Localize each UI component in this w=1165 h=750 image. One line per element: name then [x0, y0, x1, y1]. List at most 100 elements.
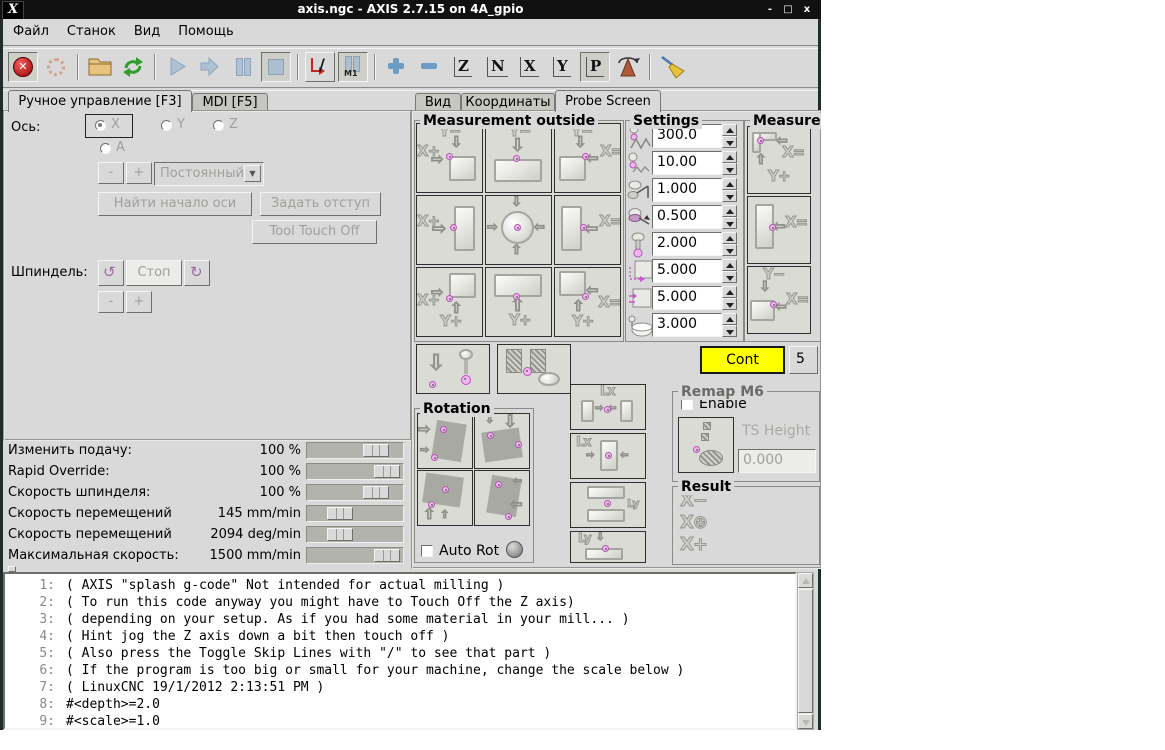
auto-rot-label: Auto Rot	[439, 543, 500, 559]
spin-down-button[interactable]	[722, 244, 737, 256]
probe-letter: X+	[417, 291, 441, 309]
probe-down-button[interactable]: ⇩	[416, 344, 490, 394]
rotation-arrow-icon: ⇦	[510, 495, 524, 513]
spin-down-button[interactable]	[722, 163, 737, 175]
gcode-line-number: 1:	[39, 578, 55, 593]
probe-outside-corner-xminus-yplus[interactable]: ⇦ ⇧ X= Y+	[554, 267, 621, 337]
scroll-down-button[interactable]	[798, 714, 813, 729]
rotation-arrow-icon: ⇩	[502, 413, 518, 432]
probe-arrow-icon: ⇧	[755, 152, 768, 168]
settings-entry[interactable]: 5.000	[652, 259, 722, 283]
probe-outside-corner-xminus-yminus[interactable]: ⇩ ⇦ Y− X=	[554, 123, 621, 193]
probe-point-icon	[769, 224, 776, 231]
settings-entry[interactable]: 1.000	[652, 178, 722, 202]
rotation-arrow-icon: ⇧	[423, 505, 437, 523]
workpiece-shape	[581, 400, 594, 422]
rotation-title: Rotation	[420, 401, 494, 417]
probe-outside-corner-xplus-yminus[interactable]: ⇨ ⇩ Y− X+	[416, 123, 483, 193]
spin-up-button[interactable]	[722, 286, 737, 298]
probe-outside-edge-yminus[interactable]: ⇩ Y−	[485, 123, 552, 193]
probe-letter: X=	[600, 142, 621, 160]
spin-up-button[interactable]	[722, 205, 737, 217]
probe-arrow-icon: ⇩	[511, 195, 523, 210]
scroll-thumb[interactable]	[798, 589, 813, 713]
probe-outside-corner-xplus-yplus[interactable]: ⇨ ⇧ X+ Y+	[416, 267, 483, 337]
probe-outside-edge-yplus[interactable]: ⇧ Y+	[485, 267, 552, 337]
probe-arrow-icon: ⇨	[487, 220, 499, 235]
rotate-front-edge-button[interactable]: ⇨ ⇨	[417, 413, 473, 469]
workpiece-shape	[449, 156, 476, 181]
travel-distance-icon	[627, 286, 652, 311]
settings-entry[interactable]: 10.00	[652, 151, 722, 175]
workpiece-shape	[449, 273, 476, 298]
spin-down-button[interactable]	[722, 325, 737, 337]
tool-touch-dot-icon	[523, 367, 532, 376]
spin-down-button[interactable]	[722, 271, 737, 283]
probe-letter: X=	[598, 293, 621, 311]
probe-tip-angle-icon	[627, 178, 652, 203]
probe-arrow-icon: ⇨	[594, 403, 604, 414]
spin-down-button[interactable]	[722, 298, 737, 310]
length-x-inside-button[interactable]: ⇨ ⇦ Lx	[570, 433, 646, 479]
spin-up-button[interactable]	[722, 259, 737, 271]
probe-arrow-icon: ⇦	[619, 450, 629, 461]
gcode-line-number: 7:	[39, 680, 55, 695]
probe-jog-mode-combobox[interactable]: Cont	[700, 346, 785, 374]
settings-entry[interactable]: 2.000	[652, 232, 722, 256]
probe-point-icon	[602, 545, 609, 552]
settings-entry[interactable]: 0.500	[652, 205, 722, 229]
spin-up-button[interactable]	[722, 151, 737, 163]
result-title: Result	[678, 479, 735, 495]
probe-letter: Y+	[572, 312, 595, 330]
length-label: Ly	[578, 531, 593, 545]
probe-arrow-icon: ⇩	[595, 532, 605, 543]
gcode-text-area[interactable]: 1: ( AXIS "splash g-code" Not intended fo…	[3, 572, 797, 730]
spin-down-button[interactable]	[722, 136, 737, 148]
gcode-line-text: ( Hint jog the Z axis down a bit then to…	[66, 629, 450, 644]
spin-up-button[interactable]	[722, 178, 737, 190]
spin-up-button[interactable]	[722, 313, 737, 325]
remap-m6-title: Remap M6	[678, 384, 767, 400]
edge-spinbox[interactable]: 5	[789, 346, 818, 374]
scroll-up-button[interactable]	[798, 573, 813, 588]
workpiece-shape	[587, 509, 625, 522]
gcode-line: 4: ( Hint jog the Z axis down a bit then …	[7, 628, 795, 645]
spin-up-button[interactable]	[722, 232, 737, 244]
spin-down-button[interactable]	[722, 217, 737, 229]
gcode-line: 3: ( depending on your setup. As if you h…	[7, 611, 795, 628]
tool-z-height-icon	[627, 313, 653, 338]
probe-point-icon	[757, 137, 764, 144]
probe-letter: X=	[599, 212, 621, 230]
probe-outside-edge-xplus[interactable]: ⇨ X+	[416, 195, 483, 265]
rotate-back-edge-button[interactable]: ⇩ ⇩	[474, 413, 530, 469]
probe-inside-corner-xminus-yplus[interactable]: ⇦ ⇧ X= Y+	[747, 126, 811, 194]
rotation-arrow-icon: ⇦	[512, 474, 523, 487]
length-y-outside-button[interactable]: Ly	[570, 482, 646, 528]
rotate-right-edge-button[interactable]: ⇦ ⇦	[474, 470, 530, 526]
gcode-line: 8: #<depth>=2.0	[7, 696, 795, 713]
probe-slow-speed-icon	[627, 151, 652, 176]
gcode-scrollbar[interactable]	[797, 572, 814, 730]
gcode-line-number: 6:	[39, 663, 55, 678]
probe-screen-panel: Measurement outside ⇨ ⇩ Y− X+ ⇩ Y− ⇩ ⇦ Y− X= ⇨ X+ ⇩ ⇨…	[0, 0, 821, 565]
ts-probe-button[interactable]	[678, 417, 734, 473]
probe-point-icon	[582, 153, 589, 160]
settings-entry[interactable]: 3.000	[652, 313, 722, 337]
rotation-arrow-icon: ⇧	[439, 508, 450, 521]
tool-length-measure-button[interactable]	[497, 344, 571, 394]
rotate-left-edge-button[interactable]: ⇧ ⇧	[417, 470, 473, 526]
length-y-inside-button[interactable]: ⇩ Ly	[570, 531, 646, 563]
result-item: X⊕	[680, 512, 709, 533]
probe-outside-edge-xminus[interactable]: ⇦ X=	[554, 195, 621, 265]
spin-down-button[interactable]	[722, 190, 737, 202]
probe-inside-edge-xminus[interactable]: ⇦ X=	[747, 196, 811, 264]
probe-outside-center-hole[interactable]: ⇩ ⇨ ⇦ ⇧	[485, 195, 552, 265]
settings-entry[interactable]: 5.000	[652, 286, 722, 310]
length-x-outside-button[interactable]: ⇨ ⇦ Lx	[570, 384, 646, 430]
ts-height-entry[interactable]: 0.000	[738, 449, 816, 473]
probe-inside-corner-xminus-yminus[interactable]: ⇩ ⇦ Y− X=	[747, 266, 811, 334]
spin-up-button[interactable]	[722, 124, 737, 136]
gcode-line-number: 9:	[39, 714, 55, 729]
auto-rot-checkbox[interactable]	[421, 545, 433, 557]
probe-letter: X=	[782, 143, 806, 161]
